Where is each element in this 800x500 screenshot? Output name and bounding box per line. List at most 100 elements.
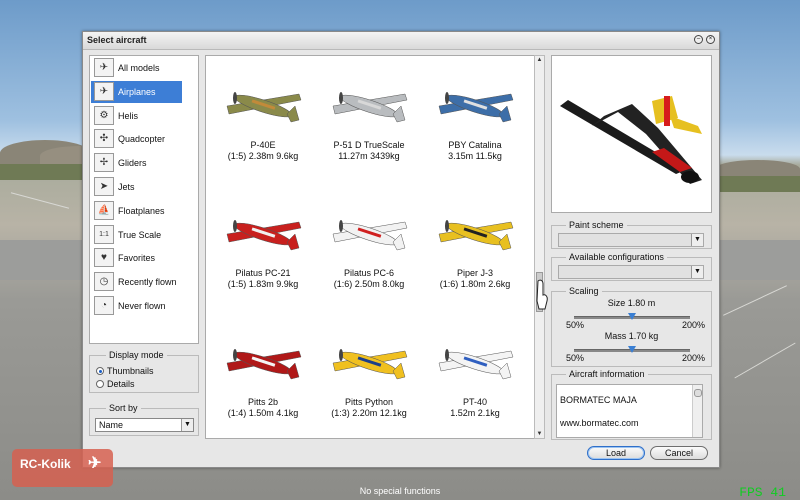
runway-marking: [723, 285, 787, 316]
paint-scheme-title: Paint scheme: [566, 220, 627, 230]
category-label: All models: [118, 63, 160, 73]
airplane-icon: ✈: [94, 81, 114, 101]
mass-slider-knob[interactable]: [628, 346, 636, 353]
info-line-url: www.bormatec.com: [560, 418, 639, 428]
aircraft-tile[interactable]: PBY Catalina 3.15m 11.5kg: [425, 76, 525, 161]
category-item[interactable]: ⛵ Floatplanes: [91, 200, 182, 222]
category-item[interactable]: ✢ Gliders: [91, 152, 182, 174]
aircraft-name: Piper J-3: [456, 268, 493, 278]
aircraft-name: Pitts 2b: [247, 397, 278, 407]
select-aircraft-dialog: Select aircraft – × ✈ All models ✈ Airplane…: [82, 31, 720, 468]
chevron-down-icon[interactable]: ▼: [691, 266, 703, 278]
configurations-select[interactable]: ▼: [558, 265, 704, 279]
aircraft-spec: (1:3) 2.20m 12.1kg: [331, 408, 407, 418]
floatplane-icon: ⛵: [94, 200, 114, 220]
aircraft-spec: (1:5) 2.38m 9.6kg: [227, 151, 299, 161]
radio-button-icon[interactable]: [96, 367, 104, 375]
category-item[interactable]: 1:1 True Scale: [91, 224, 182, 246]
cancel-button[interactable]: Cancel: [650, 446, 708, 460]
aircraft-tile[interactable]: Pitts 2b (1:4) 1.50m 4.1kg: [213, 333, 313, 418]
category-label: Quadcopter: [118, 134, 166, 145]
category-item[interactable]: ◔ Never flown: [91, 295, 182, 317]
fps-counter: FPS 41: [739, 485, 786, 500]
load-button[interactable]: Load: [587, 446, 645, 460]
dialog-title: Select aircraft: [87, 35, 147, 45]
glider-icon: ✢: [94, 153, 114, 173]
aircraft-tile[interactable]: Pilatus PC-6 (1:6) 2.50m 8.0kg: [319, 204, 419, 289]
aircraft-thumbnail: [332, 220, 408, 251]
category-item[interactable]: ➤ Jets: [91, 176, 182, 198]
aircraft-tile[interactable]: Piper J-3 (1:6) 1.80m 2.6kg: [425, 204, 525, 289]
aircraft-spec: 1.52m 2.1kg: [450, 408, 500, 418]
vegetation: [720, 176, 800, 192]
aircraft-spec: (1:4) 1.50m 4.1kg: [227, 408, 299, 418]
aircraft-tile[interactable]: Pitts Python (1:3) 2.20m 12.1kg: [319, 333, 419, 418]
aircraft-tile[interactable]: PT-40 1.52m 2.1kg: [425, 333, 525, 418]
category-item[interactable]: ✈ Airplanes: [91, 80, 182, 103]
radio-thumbnails[interactable]: Thumbnails: [96, 366, 154, 376]
chevron-down-icon[interactable]: ▼: [181, 419, 193, 431]
size-min-label: 50%: [566, 320, 585, 330]
category-label: Floatplanes: [118, 205, 165, 216]
category-item[interactable]: ⚙ Helis: [91, 105, 182, 127]
aircraft-tile[interactable]: P-40E (1:5) 2.38m 9.6kg: [213, 76, 313, 161]
mass-label: Mass 1.70 kg: [604, 331, 659, 341]
scaling-group: Scaling Size 1.80 m 50% 200% Mass 1.70 k…: [551, 286, 712, 367]
gauge-icon: ◔: [94, 296, 114, 315]
category-item[interactable]: ✈ All models: [91, 57, 182, 79]
info-line-name: BORMATEC MAJA: [560, 395, 637, 405]
aircraft-thumbnail: [226, 220, 302, 251]
aircraft-thumbnail: [332, 349, 408, 380]
radio-label: Details: [107, 379, 135, 389]
category-item[interactable]: ◷ Recently flown: [91, 271, 182, 293]
display-mode-title: Display mode: [106, 350, 167, 360]
info-scrollbar[interactable]: [692, 385, 702, 437]
close-icon[interactable]: ×: [706, 35, 715, 44]
aircraft-name: P-51 D TrueScale: [333, 140, 405, 150]
aircraft-spec: (1:6) 2.50m 8.0kg: [333, 279, 405, 289]
category-label: Gliders: [118, 158, 147, 169]
mass-max-label: 200%: [681, 353, 705, 363]
sort-by-group: Sort by Name ▼: [89, 403, 199, 436]
paint-scheme-group: Paint scheme ▼: [551, 220, 712, 249]
aircraft-tile[interactable]: P-51 D TrueScale 11.27m 3439kg: [319, 76, 419, 161]
clock-icon: ◷: [94, 272, 114, 292]
aircraft-preview: [551, 55, 712, 213]
helicopter-icon: ⚙: [94, 105, 114, 125]
paper-plane-icon: ✈: [88, 455, 102, 472]
sort-by-value: Name: [99, 420, 124, 430]
aircraft-spec: 3.15m 11.5kg: [448, 151, 502, 161]
mouse-cursor-icon: [536, 279, 548, 310]
favorites-icon: ♥: [94, 248, 114, 268]
watermark-text: RC-Kolik: [20, 457, 71, 471]
rc-kolik-logo: RC-Kolik ✈: [12, 449, 113, 487]
size-slider-knob[interactable]: [628, 313, 636, 320]
aircraft-name: P-40E: [250, 140, 276, 150]
sort-by-select[interactable]: Name ▼: [95, 418, 194, 432]
aircraft-tile[interactable]: Pilatus PC-21 (1:5) 1.83m 9.9kg: [213, 204, 313, 289]
category-label: Helis: [118, 110, 139, 121]
radio-details[interactable]: Details: [96, 379, 135, 389]
aircraft-thumbnail: [438, 220, 514, 251]
radio-button-icon[interactable]: [96, 380, 104, 388]
aircraft-thumbnail: [226, 92, 302, 123]
chevron-down-icon[interactable]: ▼: [691, 234, 703, 246]
aircraft-thumbnail: [438, 349, 514, 380]
display-mode-group: Display mode Thumbnails Details: [89, 350, 199, 393]
vertical-scrollbar[interactable]: ▲ ▼: [534, 55, 545, 439]
category-item[interactable]: ✣ Quadcopter: [91, 128, 182, 150]
configurations-group: Available configurations ▼: [551, 252, 712, 281]
info-scrollbar-thumb[interactable]: [694, 389, 702, 397]
category-list: ✈ All models ✈ Airplanes ⚙ Helis ✣ Quadcopter ✢ G…: [89, 55, 199, 344]
category-label: True Scale: [118, 229, 162, 240]
scaling-title: Scaling: [566, 286, 602, 296]
aircraft-name: PBY Catalina: [448, 140, 502, 150]
aircraft-thumbnail: [332, 92, 408, 123]
scroll-up-icon[interactable]: ▲: [535, 56, 544, 64]
paint-scheme-select[interactable]: ▼: [558, 233, 704, 247]
scroll-down-icon[interactable]: ▼: [535, 430, 544, 438]
aircraft-info-group: Aircraft information BORMATEC MAJA www.b…: [551, 369, 712, 440]
category-item[interactable]: ♥ Favorites: [91, 247, 182, 269]
minimize-icon[interactable]: –: [694, 35, 703, 44]
aircraft-spec: (1:6) 1.80m 2.6kg: [439, 279, 511, 289]
